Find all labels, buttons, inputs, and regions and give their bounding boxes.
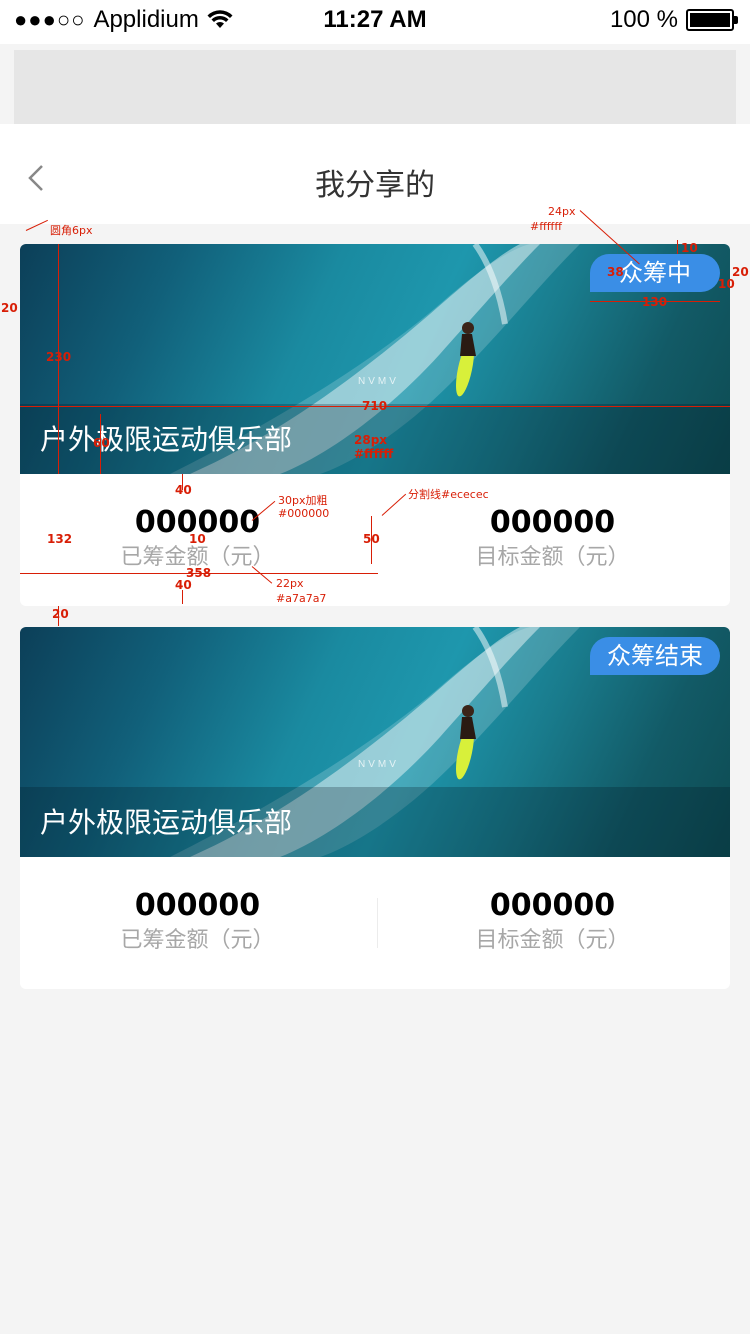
annotation-line [100,414,101,474]
target-stat: 000000 目标金额（元） [375,857,730,989]
brand-logo-text: NVMV [358,376,399,387]
target-stat: 000000 目标金额（元） [375,474,730,606]
share-card[interactable]: NVMV 户外极限运动俱乐部 众筹结束 000000 已筹金额（元） 00000… [20,627,730,989]
battery-icon [686,9,738,31]
card-banner-image: NVMV 户外极限运动俱乐部 众筹结束 [20,627,730,857]
raised-amount: 000000 [134,505,261,540]
annotation-badge-right-gap: 20 [732,265,749,279]
share-card[interactable]: NVMV 户外极限运动俱乐部 众筹中 000000 已筹金额（元） 000000… [20,244,730,606]
annotation-line [20,573,378,574]
annotation-line [182,474,183,490]
brand-logo-text: NVMV [358,759,399,770]
placeholder-bar [14,50,736,124]
status-bar: ●●●○○ Applidium 11:27 AM 100 % [0,0,750,44]
target-amount: 000000 [489,505,616,540]
annotation-left-margin: 20 [1,301,18,315]
navigation-bar: 我分享的 [0,124,750,224]
annotation-line [58,606,59,626]
target-label: 目标金额（元） [475,928,630,953]
annotation-line [590,301,720,302]
status-right: 100 % [609,6,738,34]
club-name: 户外极限运动俱乐部 [40,423,293,456]
target-amount: 000000 [489,888,616,923]
annotation-corner-radius: 圆角6px [50,224,93,237]
page-title: 我分享的 [315,168,435,203]
stats-row: 000000 已筹金额（元） 000000 目标金额（元） [20,474,730,606]
annotation-line [371,516,372,564]
stats-divider [377,898,378,948]
raised-amount: 000000 [134,888,261,923]
card-banner-image: NVMV 户外极限运动俱乐部 众筹中 [20,244,730,474]
annotation-card-gap: 20 [52,607,69,621]
annotation-line [58,244,59,474]
stats-row: 000000 已筹金额（元） 000000 目标金额（元） [20,857,730,989]
raised-label: 已筹金额（元） [120,545,275,570]
target-label: 目标金额（元） [475,545,630,570]
raised-stat: 000000 已筹金额（元） [20,857,375,989]
annotation-line [20,406,730,407]
battery-percentage: 100 % [609,6,678,33]
annotation-line [677,240,678,254]
annotation-line [182,590,183,604]
status-badge: 众筹中 [590,254,720,292]
raised-label: 已筹金额（元） [120,928,275,953]
raised-stat: 000000 已筹金额（元） [20,474,375,606]
club-name: 户外极限运动俱乐部 [40,806,293,839]
status-badge: 众筹结束 [590,637,720,675]
